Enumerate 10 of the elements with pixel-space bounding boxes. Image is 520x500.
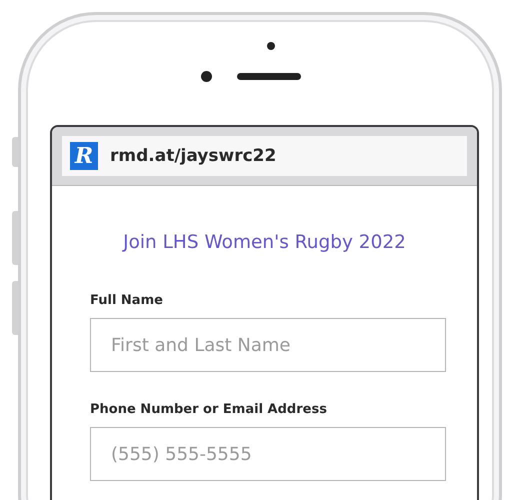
- input-field[interactable]: First and Last Name: [90, 318, 446, 372]
- input-field[interactable]: (555) 555-5555: [90, 427, 446, 481]
- form-title: Join LHS Women's Rugby 2022: [121, 232, 407, 253]
- speaker-grille: [237, 73, 301, 80]
- url-text[interactable]: rmd.at/jayswrc22: [110, 146, 276, 166]
- camera-icon: [201, 71, 212, 82]
- field-label: Phone Number or Email Address: [90, 402, 328, 417]
- logo-icon: R: [70, 142, 98, 170]
- sensor-icon: [267, 42, 275, 50]
- field-label: Full Name: [90, 293, 164, 308]
